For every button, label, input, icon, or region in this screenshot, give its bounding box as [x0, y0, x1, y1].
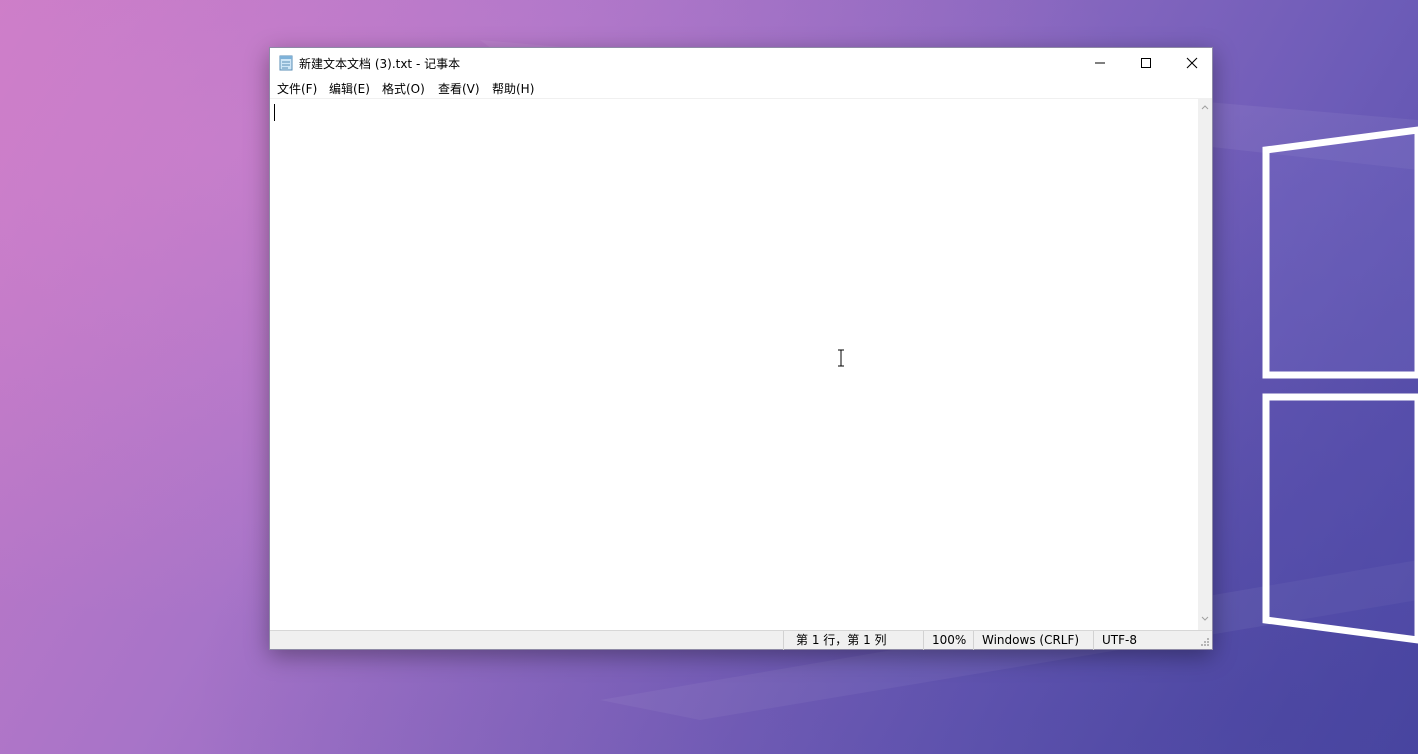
- menu-edit[interactable]: 编辑(E): [329, 80, 370, 97]
- text-editor-area[interactable]: [270, 98, 1198, 630]
- menu-file[interactable]: 文件(F): [277, 80, 317, 97]
- maximize-icon: [1141, 58, 1151, 68]
- notepad-icon: [279, 55, 293, 71]
- menu-format[interactable]: 格式(O): [382, 80, 425, 97]
- resize-grip-icon[interactable]: [1198, 635, 1210, 647]
- scroll-down-arrow-icon[interactable]: [1201, 616, 1209, 622]
- menu-view[interactable]: 查看(V): [438, 80, 480, 97]
- close-icon: [1186, 57, 1198, 69]
- text-caret: [274, 104, 275, 121]
- menu-help[interactable]: 帮助(H): [492, 80, 534, 97]
- status-zoom: 100%: [923, 631, 973, 650]
- windows-logo: [1262, 126, 1418, 644]
- title-bar[interactable]: 新建文本文档 (3).txt - 记事本: [270, 48, 1212, 78]
- minimize-icon: [1095, 62, 1105, 64]
- close-button[interactable]: [1169, 48, 1215, 78]
- window-title: 新建文本文档 (3).txt - 记事本: [299, 57, 461, 71]
- notepad-window: 新建文本文档 (3).txt - 记事本 文件(F) 编辑(E) 格式(O) 查…: [269, 47, 1213, 650]
- minimize-button[interactable]: [1077, 48, 1123, 78]
- status-cursor-position: 第 1 行，第 1 列: [783, 631, 923, 650]
- status-line-ending: Windows (CRLF): [973, 631, 1093, 650]
- status-bar: 第 1 行，第 1 列 100% Windows (CRLF) UTF-8: [270, 630, 1212, 650]
- menu-bar: 文件(F) 编辑(E) 格式(O) 查看(V) 帮助(H): [270, 78, 1212, 98]
- scroll-up-arrow-icon[interactable]: [1201, 104, 1209, 110]
- status-encoding: UTF-8: [1093, 631, 1198, 650]
- vertical-scrollbar[interactable]: [1198, 98, 1212, 630]
- maximize-button[interactable]: [1123, 48, 1169, 78]
- ibeam-cursor-icon: [838, 349, 844, 367]
